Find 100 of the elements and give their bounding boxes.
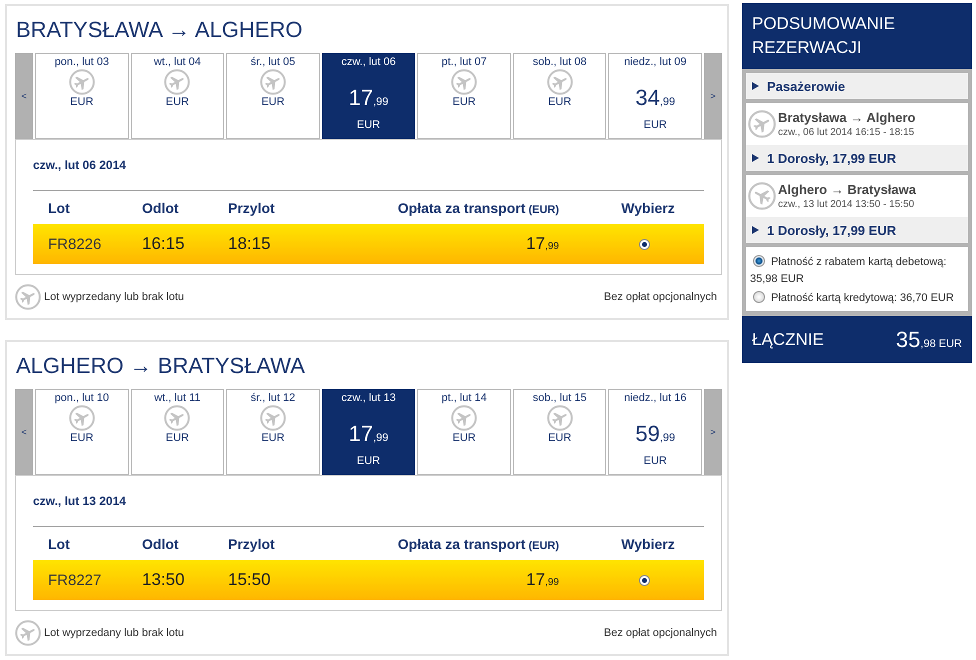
summary-title: PODSUMOWANIE REZERWACJI	[742, 3, 972, 69]
flight-number: FR8226	[47, 236, 102, 252]
previous-button[interactable]: <	[15, 53, 33, 139]
column-header: Opłata za transport (EUR)	[398, 536, 560, 552]
plane-icon	[748, 110, 776, 138]
currency-label: EUR	[644, 454, 667, 468]
column-header: Lot	[47, 200, 70, 216]
day-tab[interactable]: pt., lut 07 EUR	[417, 53, 511, 139]
legend-text: Lot wyprzedany lub brak lotu	[44, 626, 184, 638]
passenger-fare-toggle[interactable]: 1 Dorosły, 17,99 EUR	[746, 217, 968, 243]
note-text: Bez opłat opcjonalnych	[604, 290, 717, 302]
currency-label: EUR	[452, 431, 476, 445]
day-label: pt., lut 14	[441, 391, 487, 405]
radio-button[interactable]	[638, 574, 650, 586]
day-tab[interactable]: śr., lut 05 EUR	[226, 53, 320, 139]
currency-label: EUR	[548, 95, 572, 109]
day-label: śr., lut 12	[250, 391, 296, 405]
plane-icon	[546, 405, 573, 431]
departure-time: 16:15	[142, 234, 186, 254]
schedule-text: czw., 13 lut 2014 13:50 - 15:50	[778, 199, 916, 210]
radio-button[interactable]	[753, 255, 765, 267]
triangle-icon	[752, 226, 759, 234]
day-label: pt., lut 07	[441, 55, 487, 69]
column-header: Odlot	[142, 200, 179, 216]
day-tab[interactable]: czw., lut 06 17,99 EUR	[322, 53, 416, 139]
flight-row[interactable]: FR8226 16:15 18:15 17,99	[33, 224, 704, 264]
plane-icon	[15, 620, 41, 646]
plane-icon	[260, 405, 286, 431]
radio-button[interactable]	[638, 238, 650, 250]
day-tab[interactable]: śr., lut 12 EUR	[226, 389, 320, 475]
route-text: Bratysława → Alghero	[778, 110, 916, 125]
day-tab[interactable]: wt., lut 11 EUR	[130, 389, 224, 475]
day-label: pon., lut 10	[54, 391, 109, 405]
total-label: ŁĄCZNIE	[752, 330, 824, 350]
triangle-icon	[752, 154, 759, 162]
plane-icon	[451, 69, 478, 95]
currency-label: EUR	[261, 431, 285, 445]
previous-button[interactable]: <	[15, 389, 33, 475]
route-title: ALGHERO → BRATYSŁAWA	[15, 352, 306, 380]
day-tab[interactable]: pon., lut 03 EUR	[35, 53, 129, 139]
plane-icon	[15, 284, 41, 310]
payment-option[interactable]: Płatność z rabatem kartą debetową: 35,98 EUR	[750, 254, 965, 288]
note-text: Bez opłat opcjonalnych	[604, 626, 717, 638]
day-tab[interactable]: wt., lut 04 EUR	[130, 53, 224, 139]
currency-label: EUR	[70, 95, 94, 109]
flight-row[interactable]: FR8227 13:50 15:50 17,99	[33, 560, 704, 600]
schedule-text: czw., 06 lut 2014 16:15 - 18:15	[778, 127, 916, 138]
column-header: Przylot	[228, 200, 275, 216]
day-label: sob., lut 08	[532, 55, 587, 69]
column-header: Wybierz	[621, 536, 675, 552]
payment-option[interactable]: Płatność kartą kredytową: 36,70 EUR	[750, 290, 965, 307]
plane-icon	[68, 405, 95, 431]
day-label: wt., lut 04	[154, 55, 201, 69]
fare-price: 17,99	[526, 234, 560, 254]
passenger-fare-toggle[interactable]: 1 Dorosły, 17,99 EUR	[746, 145, 968, 171]
day-tab[interactable]: niedz., lut 16 59,99 EUR	[608, 389, 702, 475]
flight-number: FR8227	[47, 572, 102, 588]
triangle-icon	[752, 82, 759, 90]
day-label: czw., lut 13	[341, 391, 396, 405]
day-label: niedz., lut 16	[624, 391, 686, 405]
day-tab[interactable]: pon., lut 10 EUR	[35, 389, 129, 475]
date-heading: czw., lut 06 2014	[33, 157, 127, 174]
route-title: BRATYSŁAWA → ALGHERO	[15, 16, 304, 44]
currency-label: EUR	[70, 431, 94, 445]
arrival-time: 15:50	[228, 570, 272, 590]
plane-icon	[260, 69, 286, 95]
legend-text: Lot wyprzedany lub brak lotu	[44, 290, 184, 302]
day-label: czw., lut 06	[341, 55, 396, 69]
plane-icon	[164, 69, 190, 95]
currency-label: EUR	[356, 454, 380, 468]
day-tab[interactable]: sob., lut 15 EUR	[512, 389, 606, 475]
plane-icon	[748, 182, 776, 210]
fare-price: 17,99	[348, 421, 388, 448]
day-tab[interactable]: czw., lut 13 17,99 EUR	[322, 389, 416, 475]
currency-label: EUR	[166, 95, 189, 109]
fare-price: 17,99	[526, 570, 560, 590]
column-header: Wybierz	[621, 200, 675, 216]
currency-label: EUR	[644, 118, 667, 132]
currency-label: EUR	[356, 118, 380, 132]
next-button[interactable]: >	[704, 53, 722, 139]
fare-price: 59,99	[635, 421, 676, 448]
passengers-toggle[interactable]: Pasażerowie	[746, 73, 968, 99]
radio-button[interactable]	[753, 291, 765, 303]
next-button[interactable]: >	[704, 389, 722, 475]
day-label: wt., lut 11	[154, 391, 200, 405]
fare-price: 17,99	[348, 85, 388, 112]
total-amount: 35,98 EUR	[896, 326, 962, 352]
column-header: Lot	[47, 536, 70, 552]
column-header: Przylot	[228, 536, 275, 552]
departure-time: 13:50	[142, 570, 186, 590]
plane-icon	[451, 405, 478, 431]
day-label: sob., lut 15	[532, 391, 587, 405]
day-tab[interactable]: sob., lut 08 EUR	[512, 53, 606, 139]
column-header: Odlot	[142, 536, 179, 552]
day-tab[interactable]: niedz., lut 09 34,99 EUR	[608, 53, 702, 139]
plane-icon	[68, 69, 95, 95]
day-label: śr., lut 05	[250, 55, 296, 69]
date-heading: czw., lut 13 2014	[33, 493, 127, 510]
currency-label: EUR	[166, 431, 189, 445]
day-tab[interactable]: pt., lut 14 EUR	[417, 389, 511, 475]
